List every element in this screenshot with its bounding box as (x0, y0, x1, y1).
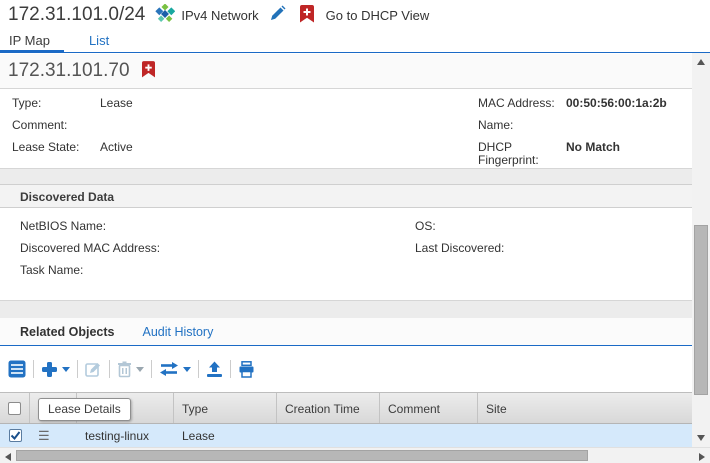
horizontal-scrollbar[interactable] (0, 447, 710, 463)
field-label: Last Discovered: (415, 242, 575, 255)
field-label: Discovered MAC Address: (20, 242, 180, 255)
network-type-label: IPv4 Network (181, 8, 258, 23)
field-label: MAC Address: (478, 97, 566, 110)
toolbar-separator (151, 360, 152, 378)
vertical-scrollbar[interactable] (692, 53, 710, 447)
table-view-icon[interactable] (8, 360, 26, 378)
header-cell-comment[interactable]: Comment (380, 393, 478, 423)
ip-address-title: 172.31.101.70 (8, 60, 130, 82)
field-label: Task Name: (20, 264, 180, 277)
edit-button[interactable] (85, 361, 102, 378)
bookmark-icon[interactable] (300, 5, 314, 26)
edit-network-icon[interactable] (269, 5, 286, 25)
toolbar-separator (77, 360, 78, 378)
related-objects-toolbar (0, 346, 692, 392)
discovered-data-header: Discovered Data (0, 184, 692, 208)
add-button[interactable] (41, 361, 70, 378)
field-label: Comment: (12, 119, 100, 132)
toolbar-separator (230, 360, 231, 378)
toolbar-separator (33, 360, 34, 378)
vertical-scroll-thumb[interactable] (694, 225, 708, 395)
divider (0, 301, 692, 318)
toolbar-separator (198, 360, 199, 378)
header-cell-type[interactable]: Type (174, 393, 277, 423)
mac-address-value: 00:50:56:00:1a:2b (566, 97, 667, 110)
tab-audit-history[interactable]: Audit History (142, 325, 213, 339)
row-menu-icon[interactable]: ☰ (30, 428, 77, 444)
tab-ip-map[interactable]: IP Map (0, 30, 64, 53)
field-label: NetBIOS Name: (20, 220, 180, 233)
row-cell-select (0, 429, 30, 442)
ip-address-header: 172.31.101.70 (0, 54, 692, 88)
chevron-down-icon[interactable] (136, 367, 144, 372)
field-value: Lease (100, 97, 133, 110)
lease-details-tooltip: Lease Details (38, 398, 131, 421)
network-title: 172.31.101.0/24 (8, 4, 145, 26)
row-checkbox[interactable] (9, 429, 22, 442)
print-button[interactable] (238, 361, 255, 378)
scroll-up-icon[interactable] (697, 59, 705, 65)
main-tab-bar: IP Map List (0, 30, 710, 53)
chevron-down-icon[interactable] (62, 367, 70, 372)
field-label: OS: (415, 220, 575, 233)
tab-list[interactable]: List (80, 30, 123, 53)
row-cell-type: Lease (174, 429, 277, 443)
delete-button[interactable] (117, 361, 144, 378)
export-button[interactable] (206, 361, 223, 378)
header-cell-select (0, 393, 30, 423)
app-window: 172.31.101.0/24 IPv4 Network (0, 0, 710, 463)
scroll-right-icon[interactable] (699, 453, 705, 461)
field-label: Lease State: (12, 141, 100, 154)
row-cell-name: testing-linux (77, 429, 174, 443)
toolbar-separator (109, 360, 110, 378)
chevron-down-icon[interactable] (183, 367, 191, 372)
select-all-checkbox[interactable] (8, 402, 21, 415)
discovered-data-panel: NetBIOS Name: Discovered MAC Address: Ta… (0, 208, 692, 301)
scroll-left-icon[interactable] (5, 453, 11, 461)
table-row[interactable]: ☰ testing-linux Lease (0, 424, 692, 447)
field-label: Name: (478, 119, 566, 132)
swap-button[interactable] (159, 361, 191, 377)
field-label: Type: (12, 97, 100, 110)
divider (0, 169, 692, 184)
scroll-down-icon[interactable] (697, 435, 705, 441)
field-value: Active (100, 141, 133, 154)
field-label: DHCP Fingerprint: (478, 141, 566, 167)
go-to-dhcp-view-link[interactable]: Go to DHCP View (326, 8, 430, 23)
lease-details-panel: Type:Lease Comment: Lease State:Active M… (0, 88, 692, 169)
dhcp-fingerprint-value: No Match (566, 141, 620, 167)
ipv4-network-icon (155, 4, 175, 27)
header-cell-site[interactable]: Site (478, 393, 692, 423)
horizontal-scroll-thumb[interactable] (16, 450, 588, 461)
network-header: 172.31.101.0/24 IPv4 Network (0, 0, 710, 30)
tab-related-objects[interactable]: Related Objects (20, 325, 114, 339)
bookmark-ip-icon[interactable] (142, 61, 155, 81)
related-tab-bar: Related Objects Audit History (0, 318, 692, 346)
header-cell-creation-time[interactable]: Creation Time (277, 393, 380, 423)
